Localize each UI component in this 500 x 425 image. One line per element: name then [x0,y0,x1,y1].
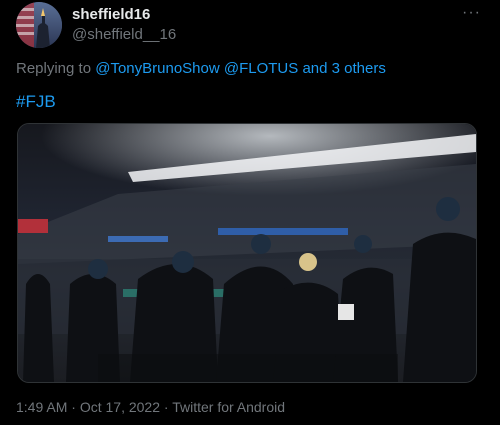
more-options-icon[interactable]: ··· [462,4,481,22]
separator: · [163,399,169,415]
mention-tonybrunoshow[interactable]: @TonyBrunoShow [95,60,219,77]
avatar[interactable] [16,2,62,48]
media-photo[interactable] [17,123,477,383]
replying-to-label: Replying to [16,60,92,77]
mention-flotus[interactable]: @FLOTUS [224,60,298,77]
user-handle[interactable]: @sheffield__16 [72,26,176,43]
statue-of-liberty-avatar-icon [16,2,62,48]
tweet-date[interactable]: Oct 17, 2022 [80,399,160,415]
stadium-photo-icon [18,124,476,382]
separator: · [71,399,76,415]
replying-to: Replying to @TonyBrunoShow @FLOTUS and 3… [16,60,386,77]
tweet-time[interactable]: 1:49 AM [16,399,67,415]
mention-others[interactable]: and 3 others [302,60,385,77]
hashtag-link[interactable]: #FJB [16,92,56,112]
tweet-metadata: 1:49 AM · Oct 17, 2022 · Twitter for And… [16,399,285,415]
display-name[interactable]: sheffield16 [72,6,150,23]
tweet-source[interactable]: Twitter for Android [172,399,285,415]
